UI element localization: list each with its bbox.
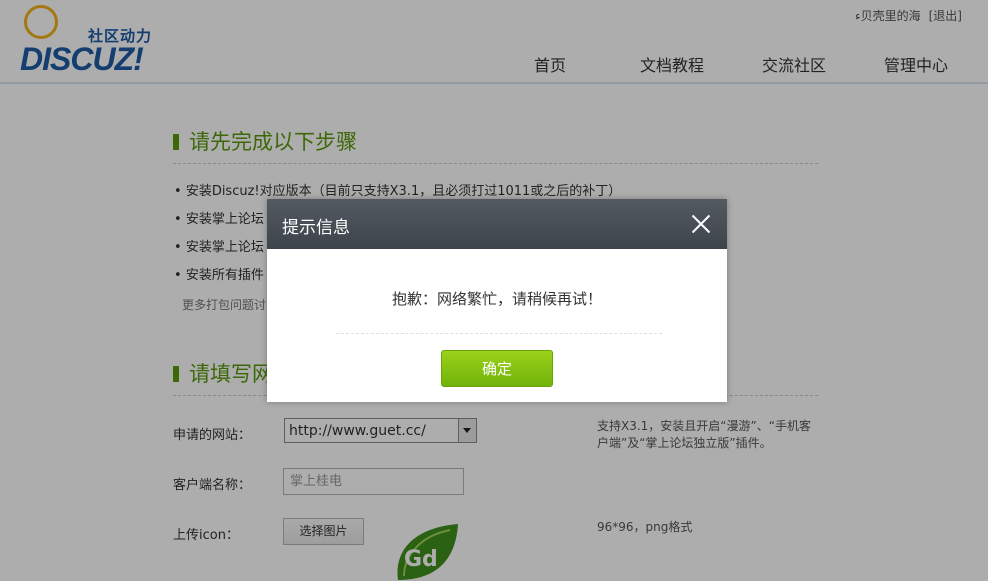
ok-button[interactable]: 确定	[441, 350, 553, 387]
dialog-title: 提示信息	[282, 218, 350, 238]
dialog-divider	[336, 333, 662, 334]
dialog-header: 提示信息	[267, 199, 727, 249]
alert-dialog: 提示信息 抱歉：网络繁忙，请稍候再试！ 确定	[267, 199, 727, 402]
close-icon[interactable]	[689, 212, 713, 236]
dialog-message: 抱歉：网络繁忙，请稍候再试！	[391, 290, 602, 308]
